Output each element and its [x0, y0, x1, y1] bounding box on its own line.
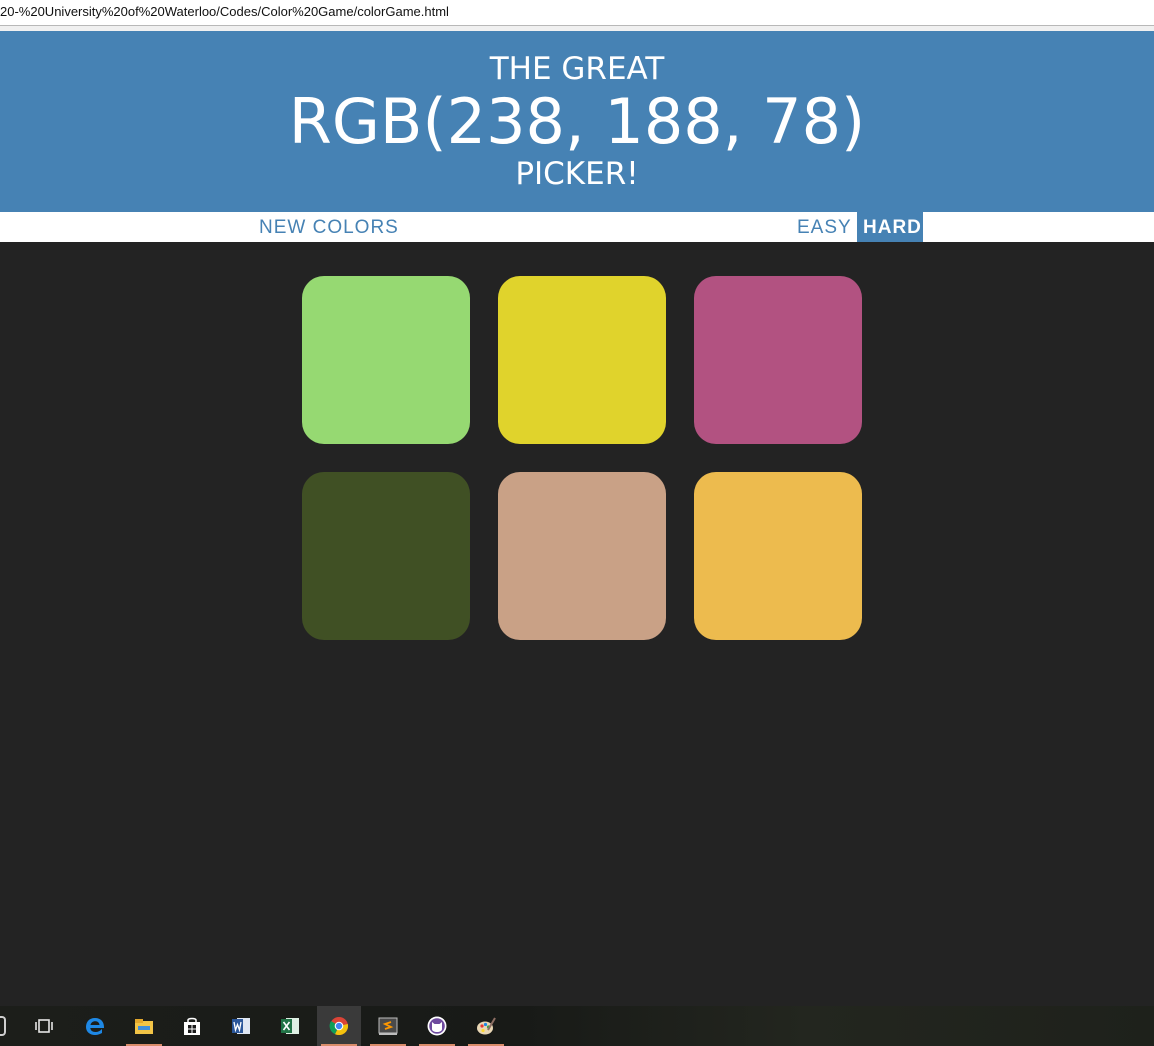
easy-mode-button[interactable]: EASY	[791, 212, 858, 242]
windows-taskbar	[0, 1006, 1154, 1046]
task-view-icon	[35, 1019, 53, 1033]
chrome-icon	[329, 1017, 349, 1036]
github-desktop-icon	[427, 1016, 447, 1036]
edge-icon	[86, 1018, 105, 1035]
color-square-4[interactable]	[302, 472, 470, 640]
excel-icon	[281, 1018, 299, 1034]
word-icon	[232, 1018, 250, 1034]
color-square-1[interactable]	[302, 276, 470, 444]
new-colors-button[interactable]: NEW COLORS	[253, 212, 405, 242]
title-line-picker: PICKER!	[515, 156, 639, 192]
rgb-target-display: RGB(238, 188, 78)	[288, 85, 866, 158]
color-square-3[interactable]	[694, 276, 862, 444]
taskbar-chrome[interactable]	[317, 1006, 361, 1046]
taskbar-edge[interactable]	[73, 1006, 117, 1046]
taskbar-file-explorer[interactable]	[122, 1006, 166, 1046]
taskbar-sublime-text[interactable]	[366, 1006, 410, 1046]
taskbar-github-desktop[interactable]	[415, 1006, 459, 1046]
hard-mode-button[interactable]: HARD	[857, 212, 923, 242]
color-square-5[interactable]	[498, 472, 666, 640]
paint-icon	[477, 1017, 496, 1035]
color-square-6[interactable]	[694, 472, 862, 640]
browser-address-bar[interactable]: 20-%20University%20of%20Waterloo/Codes/C…	[0, 0, 1154, 26]
search-icon[interactable]	[0, 1016, 6, 1036]
taskbar-paint[interactable]	[464, 1006, 508, 1046]
game-header: THE GREAT RGB(238, 188, 78) PICKER!	[0, 31, 1154, 212]
taskbar-task-view[interactable]	[22, 1006, 66, 1046]
taskbar-word[interactable]	[219, 1006, 263, 1046]
taskbar-store[interactable]	[170, 1006, 214, 1046]
sublime-text-icon	[378, 1017, 398, 1035]
taskbar-excel[interactable]	[268, 1006, 312, 1046]
store-icon	[184, 1017, 200, 1035]
color-square-2[interactable]	[498, 276, 666, 444]
control-stripe: NEW COLORS EASY HARD	[0, 212, 1154, 242]
url-text[interactable]: 20-%20University%20of%20Waterloo/Codes/C…	[0, 4, 449, 19]
title-line-the-great: THE GREAT	[489, 51, 665, 87]
file-explorer-icon	[135, 1019, 153, 1034]
